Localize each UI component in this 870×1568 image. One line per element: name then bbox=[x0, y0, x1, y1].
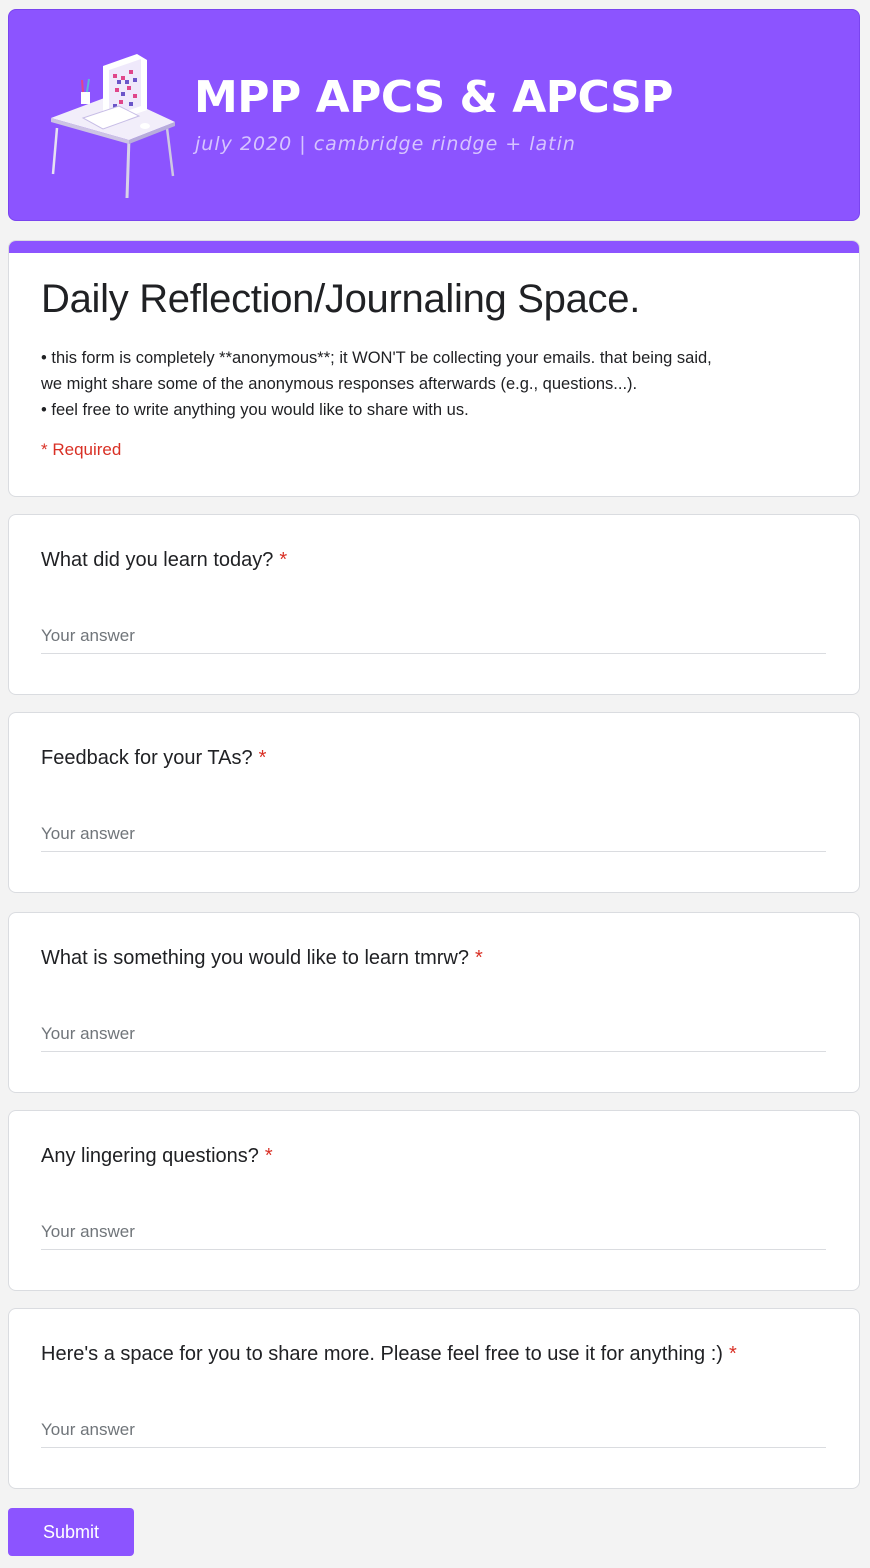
question-card-ta-feedback: Feedback for your TAs? * bbox=[8, 712, 860, 893]
required-asterisk: * bbox=[258, 747, 267, 769]
question-title: Any lingering questions? * bbox=[41, 1145, 273, 1168]
form-description-line: we might share some of the anonymous res… bbox=[41, 375, 638, 393]
computer-desk-icon bbox=[51, 54, 175, 199]
answer-input[interactable] bbox=[41, 1017, 826, 1052]
question-card-lingering-questions: Any lingering questions? * bbox=[8, 1110, 860, 1291]
banner-subtitle: july 2020 | cambridge rindge + latin bbox=[195, 133, 576, 155]
form-description-line: • feel free to write anything you would … bbox=[41, 401, 469, 419]
question-title: What did you learn today? * bbox=[41, 549, 287, 572]
question-text: Any lingering questions? bbox=[41, 1145, 259, 1167]
required-asterisk: * bbox=[279, 549, 288, 571]
submit-button[interactable]: Submit bbox=[8, 1508, 134, 1556]
form-header-card: Daily Reflection/Journaling Space. • thi… bbox=[8, 240, 860, 497]
header-accent-bar bbox=[9, 241, 859, 253]
answer-input[interactable] bbox=[41, 817, 826, 852]
answer-input[interactable] bbox=[41, 1413, 826, 1448]
question-title: Here's a space for you to share more. Pl… bbox=[41, 1343, 737, 1366]
form-title: Daily Reflection/Journaling Space. bbox=[41, 277, 641, 321]
question-text: What did you learn today? bbox=[41, 549, 274, 571]
question-title: What is something you would like to lear… bbox=[41, 947, 483, 970]
required-asterisk: * bbox=[474, 947, 483, 969]
question-card-learned-today: What did you learn today? * bbox=[8, 514, 860, 695]
question-title: Feedback for your TAs? * bbox=[41, 747, 266, 770]
question-text: Here's a space for you to share more. Pl… bbox=[41, 1343, 723, 1365]
header-banner: MPP APCS & APCSP july 2020 | cambridge r… bbox=[8, 9, 860, 221]
form-description: • this form is completely **anonymous**;… bbox=[41, 345, 841, 423]
question-text: Feedback for your TAs? bbox=[41, 747, 253, 769]
answer-input[interactable] bbox=[41, 619, 826, 654]
question-card-share-more: Here's a space for you to share more. Pl… bbox=[8, 1308, 860, 1489]
answer-input[interactable] bbox=[41, 1215, 826, 1250]
required-asterisk: * bbox=[264, 1145, 273, 1167]
required-note: * Required bbox=[41, 440, 122, 459]
form-description-line: • this form is completely **anonymous**;… bbox=[41, 349, 712, 367]
question-text: What is something you would like to lear… bbox=[41, 947, 469, 969]
question-card-learn-tomorrow: What is something you would like to lear… bbox=[8, 912, 860, 1093]
required-asterisk: * bbox=[728, 1343, 737, 1365]
banner-title: MPP APCS & APCSP bbox=[194, 72, 674, 123]
